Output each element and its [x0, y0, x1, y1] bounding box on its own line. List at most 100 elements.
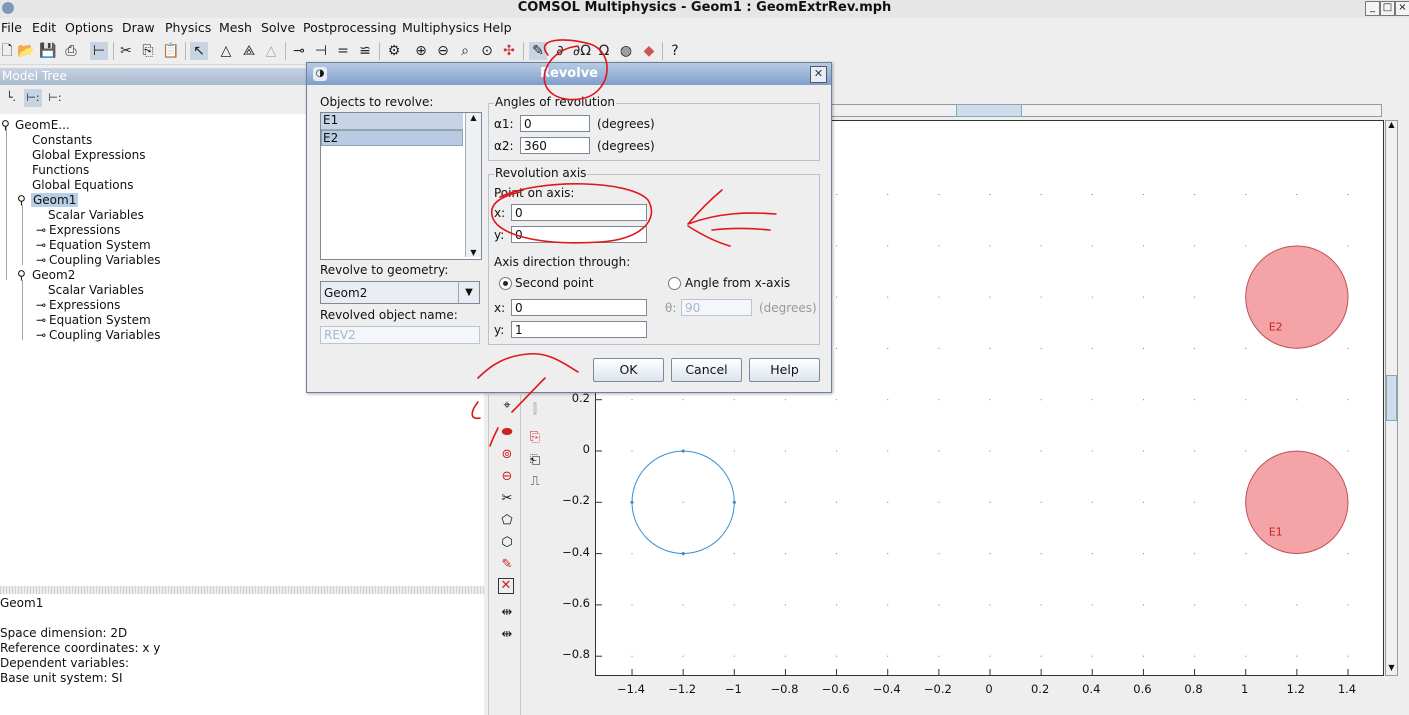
angle-from-x-label[interactable]: Angle from x-axis	[685, 276, 790, 290]
tree-toggle-icon[interactable]: ⚲	[1, 118, 10, 132]
zoom-extents-icon[interactable]: ✣	[500, 42, 518, 60]
object-name-field[interactable]: REV2	[320, 326, 480, 344]
second-point-radio[interactable]	[499, 277, 512, 290]
tree-node-global-equations[interactable]: Global Equations	[32, 178, 134, 192]
ok-button[interactable]: OK	[593, 358, 664, 382]
tree-toggle-icon[interactable]: ⚲	[17, 193, 26, 207]
mesh-mode-icon[interactable]: ◍	[617, 42, 635, 60]
theta-input[interactable]: 90	[681, 299, 752, 316]
refine-icon[interactable]: △	[262, 42, 280, 60]
help-icon[interactable]: ?	[666, 42, 684, 60]
equal-icon[interactable]: =	[334, 42, 352, 60]
second-point-label[interactable]: Second point	[515, 276, 594, 290]
panel-splitter[interactable]	[0, 586, 484, 594]
menu-options[interactable]: Options	[65, 20, 113, 35]
draw-mode-icon[interactable]: ✎	[529, 42, 547, 60]
new-icon[interactable]: 🗋	[0, 42, 16, 60]
point-x-input[interactable]: 0	[511, 204, 647, 221]
menu-edit[interactable]: Edit	[32, 20, 56, 35]
copy-icon[interactable]: ⎘	[139, 42, 157, 60]
extrude-icon[interactable]: ⎘	[526, 429, 544, 447]
vertical-scroll-thumb[interactable]	[1386, 375, 1397, 421]
tree-view-icon[interactable]: ⊢	[90, 42, 108, 60]
menu-mesh[interactable]: Mesh	[219, 20, 252, 35]
cut-icon[interactable]: ✂	[117, 42, 135, 60]
omega-icon[interactable]: Ω	[595, 42, 613, 60]
embed-icon[interactable]: ⎍	[526, 473, 544, 491]
circle-vertex[interactable]	[681, 552, 685, 556]
coerce-curve-icon[interactable]: ⬡	[498, 534, 516, 552]
menu-help[interactable]: Help	[483, 20, 512, 35]
scroll-up-icon[interactable]: ▲	[466, 113, 481, 122]
tree-expand-icon[interactable]: ⊸	[36, 298, 46, 312]
zoom-selected-icon[interactable]: ⊙	[478, 42, 496, 60]
edge-icon[interactable]: ≌	[356, 42, 374, 60]
menu-physics[interactable]: Physics	[165, 20, 211, 35]
dialog-close-button[interactable]: ✕	[810, 66, 827, 83]
tree-node-expressions[interactable]: Expressions	[49, 223, 120, 237]
tree-view-full-icon[interactable]: ⊢:	[46, 89, 64, 107]
tree-node-geom1[interactable]: Geom1	[31, 193, 79, 207]
angle-from-x-radio[interactable]	[668, 277, 681, 290]
tree-node-constants[interactable]: Constants	[32, 133, 92, 147]
revolve-to-select[interactable]: Geom2 ▼	[320, 281, 480, 304]
distribute-icon[interactable]: ⇹	[498, 626, 516, 644]
split-icon[interactable]: ✂	[498, 490, 516, 508]
tree-expand-icon[interactable]: ⊸	[36, 238, 46, 252]
point-mode-icon[interactable]: ∂	[551, 42, 569, 60]
tree-node-equation-system[interactable]: Equation System	[49, 313, 151, 327]
help-button[interactable]: Help	[749, 358, 820, 382]
alpha2-input[interactable]: 360	[520, 137, 590, 154]
solve-icon[interactable]: ⚙	[385, 42, 403, 60]
dir-x-input[interactable]: 0	[511, 299, 647, 316]
geometry-object-e1[interactable]	[1245, 450, 1349, 554]
tree-node-expressions[interactable]: Expressions	[49, 298, 120, 312]
edge-mode-icon[interactable]: ∂Ω	[573, 42, 591, 60]
subdomain-icon[interactable]: ⊣	[312, 42, 330, 60]
draw-scale-icon[interactable]: ⫿	[526, 401, 544, 419]
tree-view-model-icon[interactable]: └.	[2, 89, 20, 107]
minimize-button[interactable]: _	[1365, 1, 1380, 16]
open-icon[interactable]: 📂	[17, 42, 35, 60]
tree-node-scalar-variables[interactable]: Scalar Variables	[48, 283, 144, 297]
list-scrollbar[interactable]: ▲ ▼	[465, 113, 481, 257]
union-icon[interactable]: ⬬	[498, 424, 516, 442]
point-y-input[interactable]: 0	[511, 226, 647, 243]
tree-node-functions[interactable]: Functions	[32, 163, 89, 177]
tree-node-root[interactable]: GeomE...	[15, 118, 70, 132]
list-item-e2[interactable]: E2	[321, 130, 463, 146]
zoom-in-icon[interactable]: ⊕	[412, 42, 430, 60]
zoom-window-icon[interactable]: ⌕	[456, 42, 474, 60]
post-mode-icon[interactable]: ◆	[640, 42, 658, 60]
zoom-out-icon[interactable]: ⊖	[434, 42, 452, 60]
paste-icon[interactable]: 📋	[162, 42, 180, 60]
tree-expand-icon[interactable]: ⊸	[36, 223, 46, 237]
circle-vertex[interactable]	[732, 500, 736, 504]
tree-expand-icon[interactable]: ⊸	[36, 313, 46, 327]
menu-draw[interactable]: Draw	[122, 20, 155, 35]
tree-node-equation-system[interactable]: Equation System	[49, 238, 151, 252]
objects-listbox[interactable]: E1 E2 ▲ ▼	[320, 112, 482, 260]
scroll-down-icon[interactable]: ▼	[466, 248, 481, 257]
vertical-scrollbar[interactable]: ▲ ▼	[1385, 120, 1398, 676]
menu-file[interactable]: File	[1, 20, 22, 35]
scroll-up-icon[interactable]: ▲	[1386, 120, 1397, 132]
tree-node-scalar-variables[interactable]: Scalar Variables	[48, 208, 144, 222]
tree-expand-icon[interactable]: ⊸	[36, 328, 46, 342]
close-window-button[interactable]: ×	[1395, 1, 1409, 16]
list-item-e1[interactable]: E1	[321, 113, 463, 130]
print-icon[interactable]: ⎙	[62, 42, 80, 60]
cancel-button[interactable]: Cancel	[671, 358, 742, 382]
tree-node-coupling-variables[interactable]: Coupling Variables	[49, 253, 161, 267]
save-icon[interactable]: 💾	[39, 42, 57, 60]
draw-bezier-icon[interactable]: ⌖	[498, 397, 516, 415]
maximize-button[interactable]: □	[1380, 1, 1395, 16]
draw-triangle-icon[interactable]: △	[217, 42, 235, 60]
circle-vertex[interactable]	[630, 500, 634, 504]
geometry-object-e2[interactable]	[1245, 245, 1349, 349]
select-icon[interactable]: ↖	[190, 42, 208, 60]
align-icon[interactable]: ⇹	[498, 604, 516, 622]
revolve-icon[interactable]: ⎗	[526, 452, 544, 470]
boundary-icon[interactable]: ⊸	[290, 42, 308, 60]
draw-mesh-icon[interactable]: ⟁	[240, 42, 258, 60]
